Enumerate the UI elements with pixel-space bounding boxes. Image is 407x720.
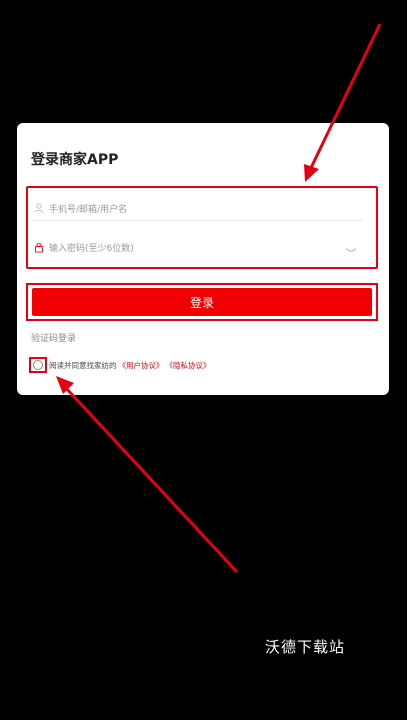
code-login-link[interactable]: 验证码登录: [31, 331, 76, 344]
credentials-highlight-box: 手机号/邮箱/用户名 输入密码(至少6位数): [26, 186, 378, 269]
login-highlight-box: 登录: [26, 283, 378, 321]
privacy-agreement-link[interactable]: 《隐私协议》: [166, 360, 211, 371]
user-icon: [33, 203, 44, 214]
username-placeholder: 手机号/邮箱/用户名: [49, 204, 128, 215]
password-field[interactable]: 输入密码(至少6位数): [33, 235, 363, 259]
login-button[interactable]: 登录: [32, 288, 372, 316]
eye-closed-icon[interactable]: [345, 240, 357, 252]
arrow-to-checkbox: [56, 376, 239, 574]
watermark-text: 沃德下载站: [265, 638, 346, 656]
username-field[interactable]: 手机号/邮箱/用户名: [33, 196, 363, 221]
agreement-row: 阅读并同意找家纺的 《用户协议》 《隐私协议》: [29, 357, 211, 373]
lock-icon: [33, 242, 44, 253]
login-card: 登录商家APP 手机号/邮箱/用户名 输入密码(至少6位数) 登录 验证码登录 …: [17, 123, 389, 395]
agreement-checkbox-highlight: [29, 357, 47, 373]
user-agreement-link[interactable]: 《用户协议》: [119, 360, 164, 371]
password-placeholder: 输入密码(至少6位数): [49, 243, 134, 254]
agreement-text: 阅读并同意找家纺的: [49, 360, 117, 370]
page-title: 登录商家APP: [31, 152, 119, 168]
agreement-checkbox[interactable]: [33, 360, 43, 370]
